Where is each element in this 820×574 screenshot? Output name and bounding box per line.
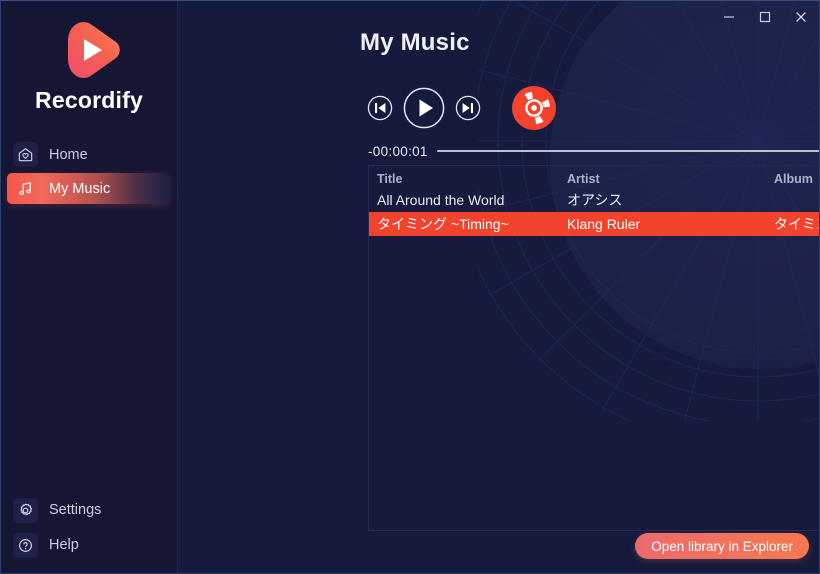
sidebar-item-help-label: Help [49,537,79,553]
play-icon[interactable] [403,87,445,129]
column-header-title: Title [377,171,403,186]
elapsed-time: -00:00:01 [368,143,428,159]
cell-artist: Klang Ruler [567,216,641,232]
column-header-artist: Artist [567,171,600,186]
music-note-icon [13,176,38,201]
cell-artist: オアシス [567,192,623,208]
close-icon[interactable] [783,2,819,32]
brand-name: Recordify [35,87,143,113]
sidebar-item-settings-label: Settings [49,502,102,518]
playback-progress: -00:00:01 -00:00:01 [368,140,819,162]
sidebar-item-home-label: Home [49,146,88,163]
sidebar-item-my-music-label: My Music [49,180,111,197]
sidebar-nav-secondary: Settings Help [1,491,177,573]
skip-previous-icon[interactable] [367,95,393,121]
cell-album: タイミング ~Timing~ [774,216,819,232]
question-circle-icon [13,532,38,558]
open-library-in-explorer-button[interactable]: Open library in Explorer [635,533,809,559]
window-titlebar [711,1,819,33]
main-content: My Music -00:00:01 Title Artist Album Al… [178,1,819,573]
minimize-icon[interactable] [711,2,747,32]
sidebar-item-help[interactable]: Help [7,529,169,561]
sidebar-item-home[interactable]: Home [7,139,169,170]
column-header-album: Album [774,171,813,186]
progress-slider[interactable] [436,150,819,152]
recordify-window: Recordify Home My Music Settings Help My… [0,0,820,574]
home-heart-icon [13,142,38,167]
maximize-icon[interactable] [747,2,783,32]
page-title: My Music [360,29,470,56]
table-row[interactable]: All Around the World オアシス [369,188,819,212]
brand-block: Recordify [1,19,177,114]
sidebar-item-my-music[interactable]: My Music [7,173,169,204]
table-header: Title Artist Album [369,166,819,188]
table-row[interactable]: タイミング ~Timing~ Klang Ruler タイミング ~Timing… [369,212,819,236]
cell-title: All Around the World [377,192,505,208]
player-controls [367,85,557,131]
track-table: Title Artist Album All Around the World … [368,165,819,531]
sidebar: Recordify Home My Music Settings Help [1,1,178,573]
gear-icon [13,497,38,523]
skip-next-icon[interactable] [455,95,481,121]
sidebar-item-settings[interactable]: Settings [7,494,169,526]
play-logo-icon [56,19,122,81]
vinyl-record-icon[interactable] [511,85,557,131]
sidebar-nav-primary: Home My Music [1,136,177,207]
cell-title: タイミング ~Timing~ [377,216,509,232]
